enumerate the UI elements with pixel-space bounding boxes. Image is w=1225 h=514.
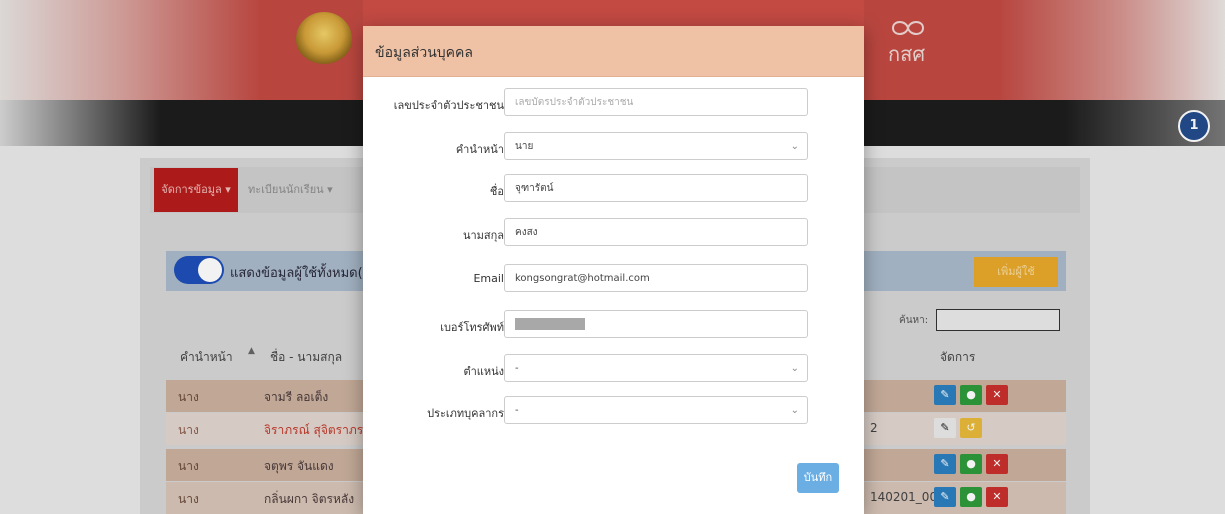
modal-title: ข้อมูลส่วนบุคคล: [375, 45, 473, 61]
email-row: Email kongsongrat@hotmail.com: [363, 264, 864, 294]
chevron-down-icon: ⌄: [790, 405, 799, 416]
last-name-row: นามสกุล คงสง: [363, 218, 864, 248]
prefix-select[interactable]: นาย ⌄: [504, 132, 808, 160]
last-name-input[interactable]: คงสง: [504, 218, 808, 246]
modal-backdrop-left[interactable]: [0, 0, 363, 514]
chevron-down-icon: ⌄: [790, 363, 799, 374]
position-select[interactable]: - ⌄: [504, 354, 808, 382]
national-id-row: เลขประจำตัวประชาชน เลขบัตรประจำตัวประชาช…: [363, 88, 864, 118]
staff-type-label: ประเภทบุคลากร: [427, 407, 504, 420]
position-row: ตำแหน่ง - ⌄: [363, 354, 864, 384]
national-id-input[interactable]: เลขบัตรประจำตัวประชาชน: [504, 88, 808, 116]
save-button[interactable]: บันทึก: [797, 463, 839, 493]
prefix-value: นาย: [515, 141, 534, 152]
first-name-row: ชื่อ จุฑารัตน์: [363, 174, 864, 204]
modal-header: ข้อมูลส่วนบุคคล: [363, 26, 864, 77]
chevron-down-icon: ⌄: [790, 141, 799, 152]
national-id-label: เลขประจำตัวประชาชน: [393, 99, 504, 112]
prefix-row: คำนำหน้า นาย ⌄: [363, 132, 864, 162]
personal-info-modal: ข้อมูลส่วนบุคคล เลขประจำตัวประชาชน เลขบั…: [363, 26, 864, 514]
first-name-input[interactable]: จุฑารัตน์: [504, 174, 808, 202]
staff-type-value: -: [515, 405, 519, 416]
modal-backdrop-right[interactable]: [864, 0, 1225, 514]
email-label: Email: [473, 272, 504, 285]
phone-row: เบอร์โทรศัพท์: [363, 310, 864, 340]
email-input[interactable]: kongsongrat@hotmail.com: [504, 264, 808, 292]
prefix-label: คำนำหน้า: [455, 143, 504, 156]
last-name-label: นามสกุล: [462, 229, 504, 242]
staff-type-select[interactable]: - ⌄: [504, 396, 808, 424]
position-value: -: [515, 363, 519, 374]
phone-label: เบอร์โทรศัพท์: [440, 321, 504, 334]
phone-input[interactable]: [504, 310, 808, 338]
first-name-label: ชื่อ: [489, 185, 504, 198]
redacted-phone: [515, 318, 585, 330]
staff-type-row: ประเภทบุคลากร - ⌄: [363, 396, 864, 426]
position-label: ตำแหน่ง: [463, 365, 504, 378]
